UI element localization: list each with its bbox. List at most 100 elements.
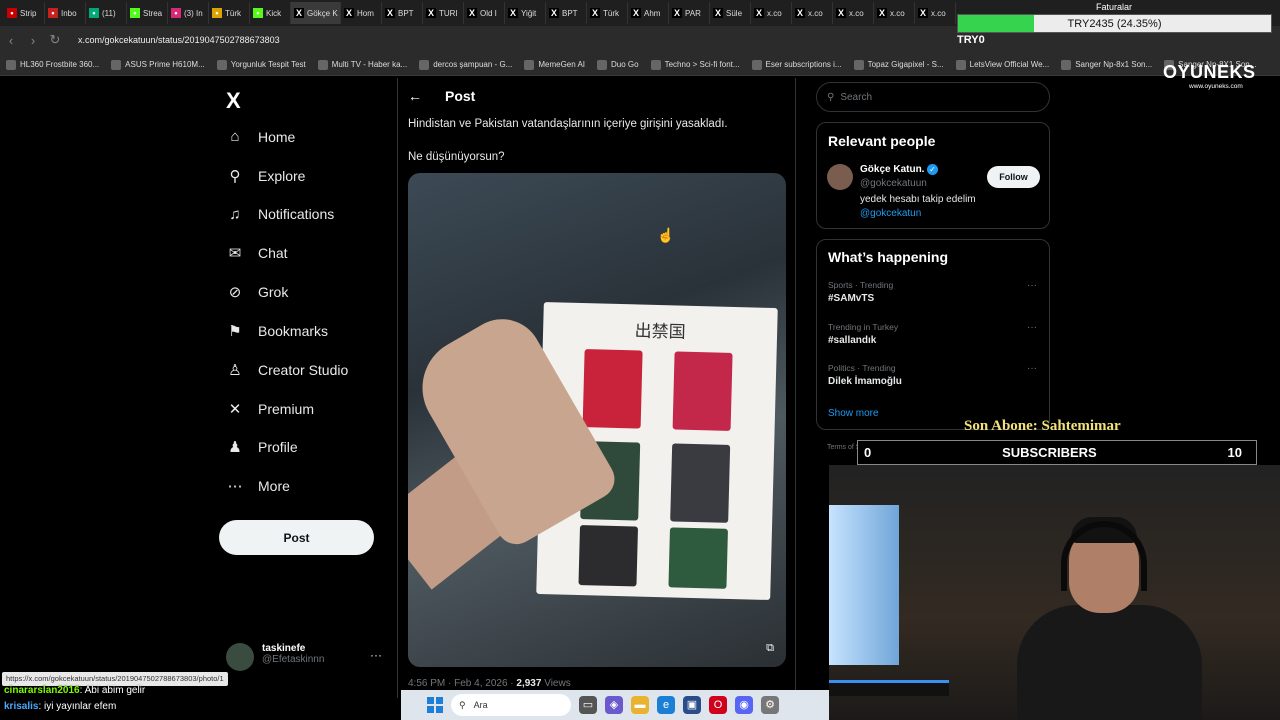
panel-title: What’s happening: [828, 249, 949, 265]
discord-icon[interactable]: ◉: [735, 696, 753, 714]
bookmark-item[interactable]: Eser subscriptions i...: [751, 59, 842, 70]
browser-tab-label: x.co: [931, 8, 946, 18]
show-more-link[interactable]: Show more: [828, 408, 879, 419]
sidebar-item-home[interactable]: ⌂ Home: [226, 128, 295, 145]
bookmark-item[interactable]: Topaz Gigapixel - S...: [853, 59, 944, 70]
webcam-feed: [829, 465, 1280, 720]
bookmark-favicon-icon: [597, 59, 608, 70]
task-view-icon[interactable]: ▭: [579, 696, 597, 714]
browser-tab-label: Türk: [603, 8, 619, 18]
store-icon[interactable]: ▣: [683, 696, 701, 714]
webcam-keyboard: [829, 680, 949, 696]
bookmark-item[interactable]: LetsView Official We...: [955, 59, 1049, 70]
copilot-icon[interactable]: ◈: [605, 696, 623, 714]
post-button[interactable]: Post: [219, 520, 374, 555]
donation-goal-label: Faturalar: [1096, 2, 1133, 12]
bio-mention-link[interactable]: @gokcekatun: [860, 208, 921, 219]
browser-tab[interactable]: Xx.co: [792, 2, 833, 24]
trend-item[interactable]: Sports · Trending #SAMvTS: [828, 280, 893, 304]
follow-button[interactable]: Follow: [987, 166, 1040, 188]
bookmark-item[interactable]: Sanger Np-8x1 Son...: [1061, 59, 1152, 70]
sidebar-item-more[interactable]: ⋯ More: [226, 477, 290, 495]
windows-start-icon[interactable]: [427, 697, 443, 713]
trend-category: Politics · Trending: [828, 363, 896, 373]
sidebar-item-grok[interactable]: ⊘ Grok: [226, 283, 289, 301]
browser-tab[interactable]: X PAR: [669, 2, 710, 24]
sidebar-item-label: Home: [258, 128, 296, 145]
browser-tab[interactable]: X Hom: [341, 2, 382, 24]
url-field[interactable]: x.com/gokcekatuun/status/201904750278867…: [78, 35, 280, 45]
bookmark-item[interactable]: Duo Go: [597, 59, 639, 70]
search-input[interactable]: ⚲ Search: [816, 82, 1050, 112]
browser-tab-label: Old I: [480, 8, 497, 18]
bookmark-item[interactable]: Techno > Sci-fi font...: [650, 59, 740, 70]
bookmark-item[interactable]: Multi TV - Haber ka...: [317, 59, 407, 70]
reload-icon[interactable]: ↻: [44, 32, 66, 48]
back-nav-icon[interactable]: ‹: [0, 33, 22, 48]
browser-tab[interactable]: • Inbo: [45, 2, 86, 24]
browser-tab[interactable]: X Old I: [464, 2, 505, 24]
avatar[interactable]: [827, 164, 853, 190]
sidebar-item-chat[interactable]: ✉ Chat: [226, 244, 288, 262]
image-options-icon[interactable]: ⧉: [766, 642, 774, 655]
browser-tab[interactable]: • Türk: [209, 2, 250, 24]
trend-more-icon[interactable]: ···: [1027, 322, 1037, 333]
browser-tab[interactable]: X BPT: [382, 2, 423, 24]
bookmark-item[interactable]: ASUS Prime H610M...: [111, 59, 205, 70]
browser-tab[interactable]: X BPT: [546, 2, 587, 24]
instagram-icon: •: [171, 8, 181, 18]
browser-tab[interactable]: • Kick: [250, 2, 291, 24]
person-name[interactable]: Gökçe Katun.: [860, 164, 924, 175]
sidebar-item-creator-studio[interactable]: ♙ Creator Studio: [226, 361, 348, 379]
browser-tab[interactable]: X Yiğit: [505, 2, 546, 24]
account-more-icon[interactable]: ···: [370, 648, 382, 662]
browser-tab[interactable]: • Strea: [127, 2, 168, 24]
bookmark-item[interactable]: Yorgunluk Tespit Test: [216, 59, 306, 70]
sidebar-item-bookmarks[interactable]: ⚑ Bookmarks: [226, 322, 328, 340]
tweet-media-image[interactable]: 出禁国 ⧉: [408, 173, 786, 667]
bookmark-item[interactable]: HL360 Frostbite 360...: [6, 59, 99, 70]
bookmark-item[interactable]: dercos şampuan - G...: [419, 59, 512, 70]
browser-tab[interactable]: X Türk: [587, 2, 628, 24]
file-explorer-icon[interactable]: ▬: [631, 696, 649, 714]
browser-tab[interactable]: • (3) In: [168, 2, 209, 24]
browser-tab-label: Türk: [225, 8, 241, 18]
browser-tab-label: x.co: [808, 8, 823, 18]
browser-tab[interactable]: X TURI: [423, 2, 464, 24]
sidebar-item-profile[interactable]: ♟ Profile: [226, 438, 297, 456]
browser-tab[interactable]: X Ahm: [628, 2, 669, 24]
account-switcher[interactable]: taskinefe @Efetaskinnn: [226, 643, 324, 671]
x-premium-icon: ✕: [228, 400, 242, 418]
browser-tab[interactable]: X Gökçe K: [291, 2, 341, 24]
browser-tab-label: (3) In: [184, 8, 203, 18]
browser-tab[interactable]: Xx.co: [751, 2, 792, 24]
settings-gear-icon[interactable]: ⚙: [761, 696, 779, 714]
trend-more-icon[interactable]: ···: [1027, 363, 1037, 374]
browser-tab[interactable]: X Süle: [710, 2, 751, 24]
browser-tab-label: x.co: [849, 8, 864, 18]
browser-tab-label: Süle: [726, 8, 743, 18]
sidebar-item-explore[interactable]: ⚲ Explore: [226, 167, 306, 185]
x-icon: X: [385, 8, 395, 18]
opera-icon[interactable]: O: [709, 696, 727, 714]
bookmark-item[interactable]: MemeGen AI: [524, 59, 585, 70]
trend-item[interactable]: Trending in Turkey #sallandık: [828, 322, 898, 346]
bookmark-favicon-icon: [419, 59, 430, 70]
x-logo-icon[interactable]: X: [226, 88, 241, 114]
browser-tab[interactable]: • (11): [86, 2, 127, 24]
browser-tab[interactable]: Xx.co: [874, 2, 915, 24]
edge-icon[interactable]: e: [657, 696, 675, 714]
browser-tab[interactable]: • Strip: [4, 2, 45, 24]
trend-item[interactable]: Politics · Trending Dilek İmamoğlu: [828, 363, 902, 387]
taskbar-search-input[interactable]: ⚲ Ara: [451, 694, 571, 716]
browser-tab[interactable]: Xx.co: [833, 2, 874, 24]
sidebar-item-premium[interactable]: ✕ Premium: [226, 400, 314, 418]
sidebar-item-label: Bookmarks: [258, 323, 329, 339]
trend-more-icon[interactable]: ···: [1027, 280, 1037, 291]
back-arrow-icon[interactable]: ←: [408, 88, 422, 104]
forward-nav-icon[interactable]: ›: [22, 33, 44, 48]
browser-tab[interactable]: Xx.co: [915, 2, 956, 24]
sponsor-logo: OYUNEKS www.oyuneks.com: [1163, 62, 1256, 90]
bookmark-favicon-icon: [6, 59, 16, 70]
sidebar-item-notifications[interactable]: ♫ Notifications: [226, 206, 334, 223]
